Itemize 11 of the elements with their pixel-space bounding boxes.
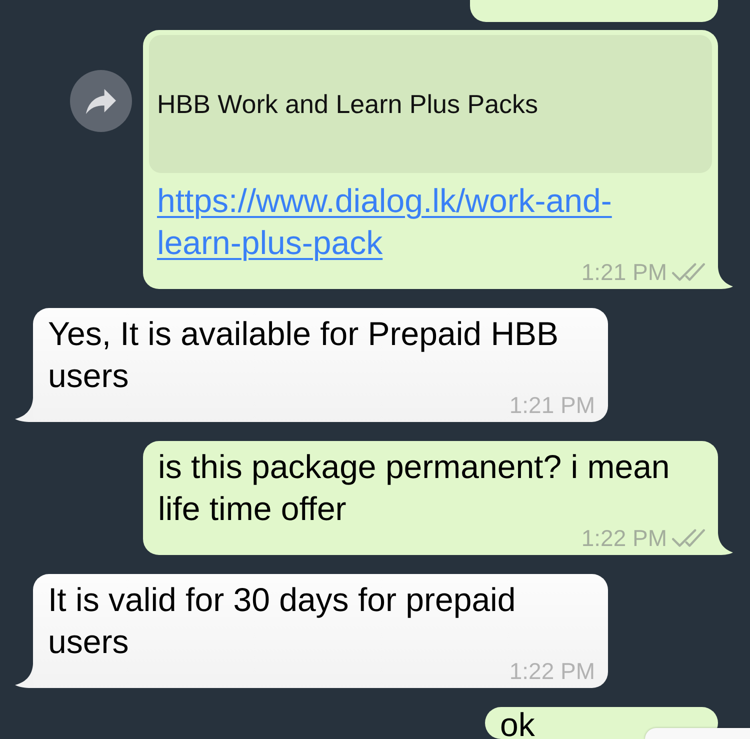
- bubble-tail: [15, 664, 33, 688]
- message-text: ok: [500, 711, 535, 739]
- message-text: It is valid for 30 days for prepaid users: [48, 580, 517, 662]
- message-time: 1:22 PM: [581, 526, 667, 550]
- message-text: Yes, It is available for Prepaid HBB users: [48, 314, 560, 396]
- message-time: 1:22 PM: [509, 659, 595, 683]
- bubble-tail: [15, 398, 33, 422]
- message-time: 1:21 PM: [509, 393, 595, 417]
- forward-icon: [86, 88, 116, 114]
- message-text: is this package permanent? i mean life time offer: [158, 447, 671, 529]
- link-preview-title: HBB Work and Learn Plus Packs: [157, 88, 538, 120]
